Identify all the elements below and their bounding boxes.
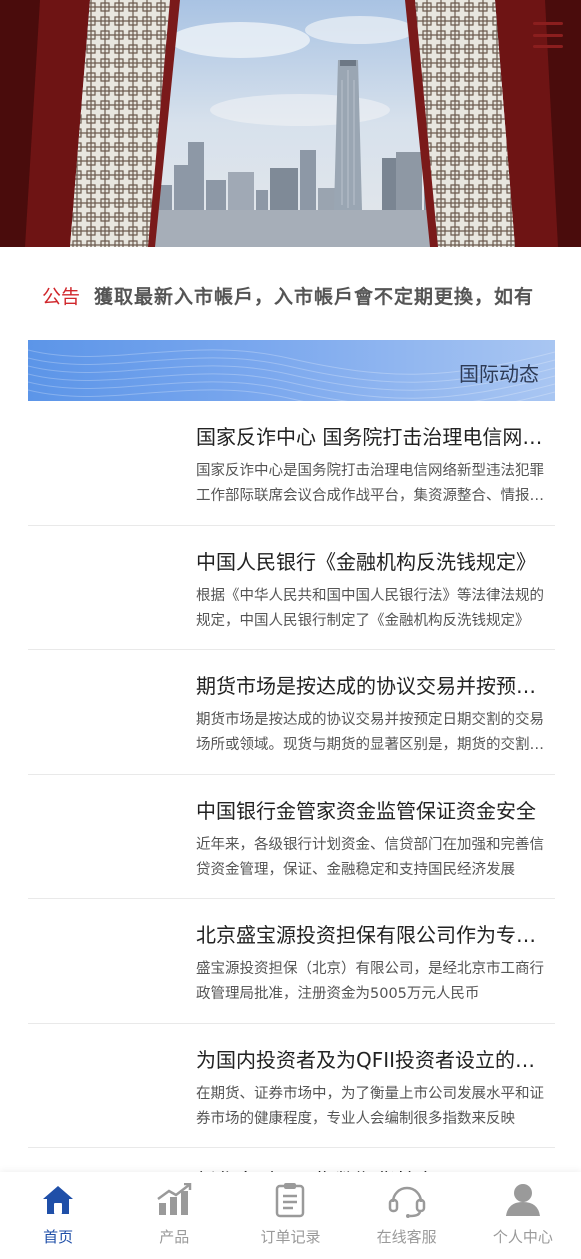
- user-icon: [503, 1180, 543, 1220]
- news-item[interactable]: 期货市场是按达成的协议交易并按预定日期交割 期货市场是按达成的协议交易并按预定日…: [28, 650, 555, 775]
- news-description: 近年来，各级银行计划资金、信贷部门在加强和完善信贷资金管理，保证、金融稳定和支持…: [196, 836, 544, 878]
- notice-marquee-text: 獲取最新入市帳戶，入市帳戶會不定期更換，如有: [94, 285, 535, 308]
- notice-bar[interactable]: 公告 獲取最新入市帳戶，入市帳戶會不定期更換，如有: [0, 272, 581, 318]
- news-description: 期货市场是按达成的协议交易并按预定日期交割的交易场所或领域。现货与期货的显著区别…: [196, 712, 544, 753]
- notice-label: 公告: [42, 285, 81, 308]
- menu-icon[interactable]: [533, 22, 563, 48]
- tab-profile[interactable]: 个人中心: [465, 1172, 581, 1247]
- news-title: 期货市场是按达成的协议交易并按预定日期交割: [196, 674, 551, 698]
- news-title: 国家反诈中心 国务院打击治理电信网络新型违法犯罪工作部际联席会议: [196, 425, 551, 449]
- tab-label: 订单记录: [260, 1228, 321, 1246]
- tab-orders[interactable]: 订单记录: [232, 1172, 348, 1247]
- hero-banner[interactable]: [0, 0, 581, 247]
- app-page: 公告 獲取最新入市帳戶，入市帳戶會不定期更換，如有 国际动态 国家反诈中心 国务…: [0, 0, 581, 1259]
- hero-skyline-image: [0, 0, 581, 247]
- news-list: 国家反诈中心 国务院打击治理电信网络新型违法犯罪工作部际联席会议 国家反诈中心是…: [28, 401, 555, 1259]
- home-icon: [38, 1180, 78, 1220]
- tab-label: 首页: [43, 1228, 74, 1246]
- news-description: 国家反诈中心是国务院打击治理电信网络新型违法犯罪工作部际联席会议合成作战平台，集…: [196, 463, 544, 504]
- news-item[interactable]: 中国人民银行《金融机构反洗钱规定》 根据《中华人民共和国中国人民银行法》等法律法…: [28, 526, 555, 650]
- headset-icon: [387, 1180, 427, 1220]
- tab-support[interactable]: 在线客服: [349, 1172, 465, 1247]
- tab-label: 个人中心: [492, 1228, 553, 1246]
- news-item[interactable]: 中国银行金管家资金监管保证资金安全 近年来，各级银行计划资金、信贷部门在加强和完…: [28, 775, 555, 899]
- news-title: 中国银行金管家资金监管保证资金安全: [196, 798, 536, 823]
- menu-bar: [533, 22, 563, 25]
- news-title: 为国内投资者及为QFII投资者设立的指数: [196, 1047, 551, 1072]
- news-description: 根据《中华人民共和国中国人民银行法》等法律法规的规定，中国人民银行制定了《金融机…: [196, 587, 544, 629]
- bottom-tab-bar: 首页 产品 订单记录 在线客服 个人中心: [0, 1172, 581, 1259]
- bar-chart-icon: [154, 1180, 194, 1220]
- menu-bar: [533, 45, 563, 48]
- tab-products[interactable]: 产品: [116, 1172, 232, 1247]
- news-description: 盛宝源投资担保（北京）有限公司，是经北京市工商行政管理局批准，注册资金为5005…: [196, 961, 544, 1002]
- news-item[interactable]: 为国内投资者及为QFII投资者设立的指数 在期货、证券市场中，为了衡量上市公司发…: [28, 1024, 555, 1148]
- news-title: 北京盛宝源投资担保有限公司作为专业担保机构: [196, 923, 551, 947]
- news-item[interactable]: 国家反诈中心 国务院打击治理电信网络新型违法犯罪工作部际联席会议 国家反诈中心是…: [28, 401, 555, 526]
- section-header: 国际动态: [28, 340, 555, 401]
- menu-bar: [533, 33, 563, 37]
- tab-label: 在线客服: [376, 1228, 437, 1246]
- tab-home[interactable]: 首页: [0, 1172, 116, 1247]
- news-title: 中国人民银行《金融机构反洗钱规定》: [196, 549, 536, 574]
- clipboard-icon: [270, 1180, 310, 1220]
- news-item[interactable]: 北京盛宝源投资担保有限公司作为专业担保机构 盛宝源投资担保（北京）有限公司，是经…: [28, 899, 555, 1024]
- section-title: 国际动态: [459, 362, 539, 386]
- news-description: 在期货、证券市场中，为了衡量上市公司发展水平和证券市场的健康程度，专业人会编制很…: [196, 1085, 544, 1127]
- tab-label: 产品: [159, 1228, 190, 1246]
